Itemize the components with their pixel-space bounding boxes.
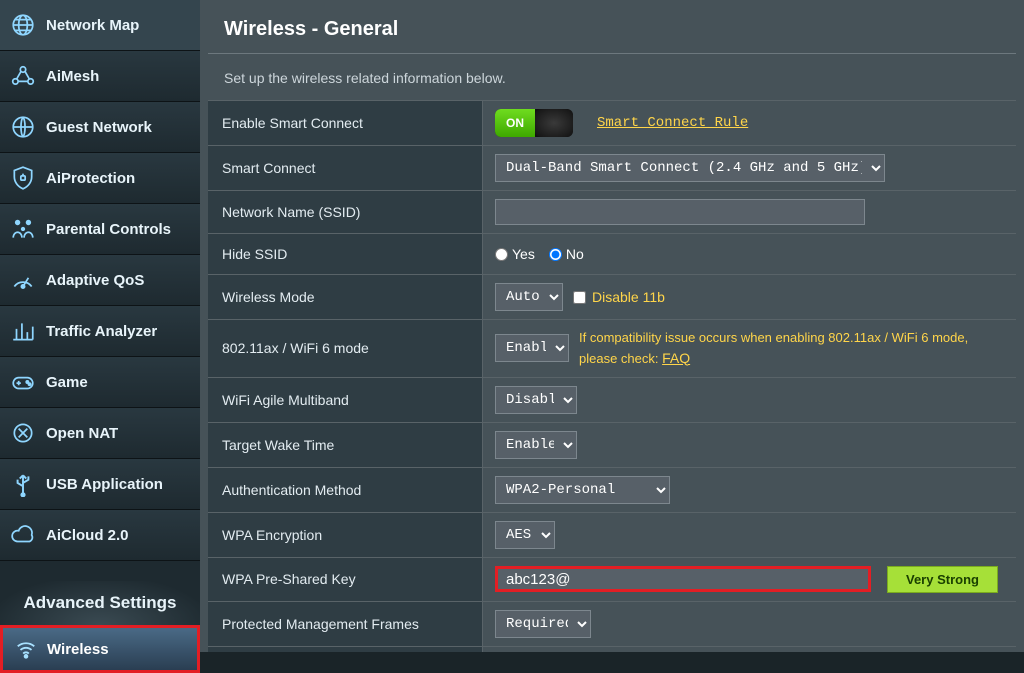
select-wireless-mode[interactable]: Auto xyxy=(495,283,563,311)
nav-label: USB Application xyxy=(46,476,163,493)
nav-wireless[interactable]: Wireless xyxy=(0,625,200,673)
select-target-wake-time[interactable]: Enable xyxy=(495,431,577,459)
nav-network-map[interactable]: Network Map xyxy=(0,0,200,51)
label-wifi6-mode: 802.11ax / WiFi 6 mode xyxy=(208,320,483,377)
nav-label: AiCloud 2.0 xyxy=(46,527,129,544)
wifi6-info: If compatibility issue occurs when enabl… xyxy=(579,328,979,369)
row-wpa-encryption: WPA Encryption AES xyxy=(208,512,1016,557)
link-faq[interactable]: FAQ xyxy=(662,350,690,366)
row-pmf: Protected Management Frames Required xyxy=(208,601,1016,646)
nav-label: Guest Network xyxy=(46,119,152,136)
label-agile-multiband: WiFi Agile Multiband xyxy=(208,378,483,422)
nav-label: Game xyxy=(46,374,88,391)
label-auth-method: Authentication Method xyxy=(208,468,483,512)
nat-icon xyxy=(10,420,36,446)
nav-label: Traffic Analyzer xyxy=(46,323,157,340)
input-ssid[interactable] xyxy=(495,199,865,225)
cloud-icon xyxy=(10,522,36,548)
nav-label: AiMesh xyxy=(46,68,99,85)
select-auth-method[interactable]: WPA2-Personal xyxy=(495,476,670,504)
globe-icon xyxy=(10,12,36,38)
nav-label: Wireless xyxy=(47,641,109,658)
page-title: Wireless - General xyxy=(200,0,1024,49)
nav-adaptive-qos[interactable]: Adaptive QoS xyxy=(0,255,200,306)
nav-aicloud[interactable]: AiCloud 2.0 xyxy=(0,510,200,561)
nav-guest-network[interactable]: Guest Network xyxy=(0,102,200,153)
nav-aimesh[interactable]: AiMesh xyxy=(0,51,200,102)
select-agile-multiband[interactable]: Disable xyxy=(495,386,577,414)
row-group-key-interval: Group Key Rotation Interval xyxy=(208,646,1016,653)
row-smart-connect: Smart Connect Dual-Band Smart Connect (2… xyxy=(208,145,1016,190)
link-smart-connect-rule[interactable]: Smart Connect Rule xyxy=(597,115,748,131)
label-group-key-interval: Group Key Rotation Interval xyxy=(208,647,483,653)
sidebar: Network Map AiMesh Guest Network AiProte… xyxy=(0,0,200,652)
row-auth-method: Authentication Method WPA2-Personal xyxy=(208,467,1016,512)
psk-strength-badge: Very Strong xyxy=(887,566,998,593)
select-pmf[interactable]: Required xyxy=(495,610,591,638)
gauge-icon xyxy=(10,267,36,293)
nav-parental-controls[interactable]: Parental Controls xyxy=(0,204,200,255)
nav-label: Open NAT xyxy=(46,425,118,442)
wifi-icon xyxy=(15,638,37,660)
shield-icon xyxy=(10,165,36,191)
nav-aiprotection[interactable]: AiProtection xyxy=(0,153,200,204)
row-agile-multiband: WiFi Agile Multiband Disable xyxy=(208,377,1016,422)
row-hide-ssid: Hide SSID Yes No xyxy=(208,233,1016,274)
nav-open-nat[interactable]: Open NAT xyxy=(0,408,200,459)
toggle-smart-connect[interactable]: ON xyxy=(495,109,573,137)
select-wpa-encryption[interactable]: AES xyxy=(495,521,555,549)
radio-hide-ssid-no[interactable]: No xyxy=(549,246,584,262)
row-enable-smart-connect: Enable Smart Connect ON Smart Connect Ru… xyxy=(208,100,1016,145)
gamepad-icon xyxy=(10,369,36,395)
radio-hide-ssid-yes[interactable]: Yes xyxy=(495,246,535,262)
nav-usb-application[interactable]: USB Application xyxy=(0,459,200,510)
label-wireless-mode: Wireless Mode xyxy=(208,275,483,319)
nav-game[interactable]: Game xyxy=(0,357,200,408)
label-pmf: Protected Management Frames xyxy=(208,602,483,646)
row-ssid: Network Name (SSID) xyxy=(208,190,1016,233)
checkbox-disable-11b[interactable]: Disable 11b xyxy=(573,289,665,305)
mesh-icon xyxy=(10,63,36,89)
label-target-wake-time: Target Wake Time xyxy=(208,423,483,467)
advanced-settings-header: Advanced Settings xyxy=(0,581,200,625)
label-wpa-psk: WPA Pre-Shared Key xyxy=(208,558,483,601)
guest-icon xyxy=(10,114,36,140)
nav-label: Adaptive QoS xyxy=(46,272,144,289)
toggle-knob xyxy=(535,109,573,137)
label-wpa-encryption: WPA Encryption xyxy=(208,513,483,557)
chart-icon xyxy=(10,318,36,344)
main-panel: Wireless - General Set up the wireless r… xyxy=(200,0,1024,652)
usb-icon xyxy=(10,471,36,497)
nav-label: Network Map xyxy=(46,17,139,34)
toggle-on-label: ON xyxy=(495,109,535,137)
label-ssid: Network Name (SSID) xyxy=(208,191,483,233)
select-smart-connect[interactable]: Dual-Band Smart Connect (2.4 GHz and 5 G… xyxy=(495,154,885,182)
row-wifi6-mode: 802.11ax / WiFi 6 mode Enable If compati… xyxy=(208,319,1016,377)
label-enable-smart-connect: Enable Smart Connect xyxy=(208,101,483,145)
row-wireless-mode: Wireless Mode Auto Disable 11b xyxy=(208,274,1016,319)
select-wifi6-mode[interactable]: Enable xyxy=(495,334,569,362)
family-icon xyxy=(10,216,36,242)
row-wpa-psk: WPA Pre-Shared Key Very Strong xyxy=(208,557,1016,601)
input-wpa-psk[interactable] xyxy=(495,566,871,592)
nav-traffic-analyzer[interactable]: Traffic Analyzer xyxy=(0,306,200,357)
row-target-wake-time: Target Wake Time Enable xyxy=(208,422,1016,467)
settings-table: Enable Smart Connect ON Smart Connect Ru… xyxy=(208,100,1016,652)
page-subtitle: Set up the wireless related information … xyxy=(200,54,1024,100)
nav-label: AiProtection xyxy=(46,170,135,187)
label-hide-ssid: Hide SSID xyxy=(208,234,483,274)
nav-label: Parental Controls xyxy=(46,221,171,238)
label-smart-connect: Smart Connect xyxy=(208,146,483,190)
